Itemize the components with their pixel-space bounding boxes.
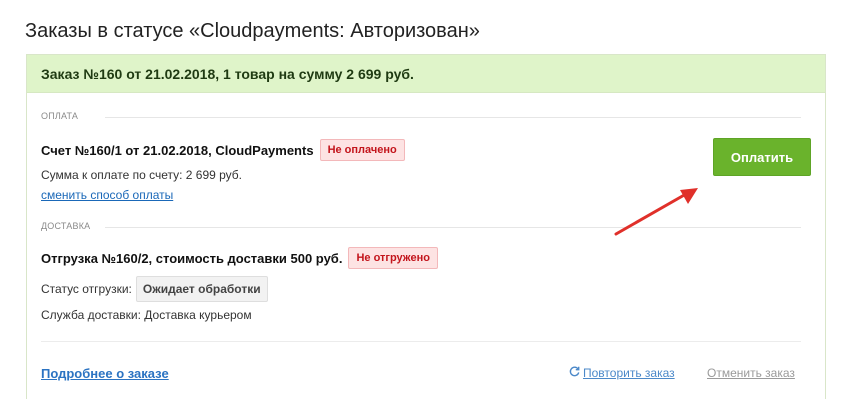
invoice-amount: Сумма к оплате по счету: 2 699 руб. <box>41 168 243 182</box>
order-card: Заказ №160 от 21.02.2018, 1 товар на сум… <box>26 54 826 399</box>
shipment-status-badge: Не отгружено <box>348 247 438 269</box>
delivery-section-label: ДОСТАВКА <box>41 221 91 231</box>
repeat-order-link[interactable]: Повторить заказ <box>569 366 675 380</box>
change-payment-method-link[interactable]: сменить способ оплаты <box>41 188 173 202</box>
payment-status-badge: Не оплачено <box>319 139 405 161</box>
pay-button[interactable]: Оплатить <box>713 138 811 176</box>
cancel-order-link[interactable]: Отменить заказ <box>707 366 795 380</box>
repeat-order-label: Повторить заказ <box>583 366 675 380</box>
invoice-title-row: Счет №160/1 от 21.02.2018, CloudPayments… <box>41 139 405 161</box>
payment-section-divider <box>105 117 801 118</box>
shipment-title-row: Отгрузка №160/2, стоимость доставки 500 … <box>41 247 438 269</box>
shipment-status-label: Статус отгрузки: <box>41 282 132 296</box>
order-header: Заказ №160 от 21.02.2018, 1 товар на сум… <box>27 55 825 93</box>
shipment-status-row: Статус отгрузки: Ожидает обработки <box>41 276 268 302</box>
shipment-title: Отгрузка №160/2, стоимость доставки 500 … <box>41 250 343 266</box>
delivery-service: Служба доставки: Доставка курьером <box>41 308 252 322</box>
invoice-title: Счет №160/1 от 21.02.2018, CloudPayments <box>41 142 314 158</box>
red-arrow-icon <box>614 188 698 236</box>
refresh-icon <box>569 366 580 380</box>
page-title: Заказы в статусе «Cloudpayments: Авториз… <box>25 20 480 42</box>
footer-divider <box>41 341 801 342</box>
shipment-status-value: Ожидает обработки <box>135 276 268 302</box>
order-details-link[interactable]: Подробнее о заказе <box>41 366 169 381</box>
payment-section-label: ОПЛАТА <box>41 111 79 121</box>
